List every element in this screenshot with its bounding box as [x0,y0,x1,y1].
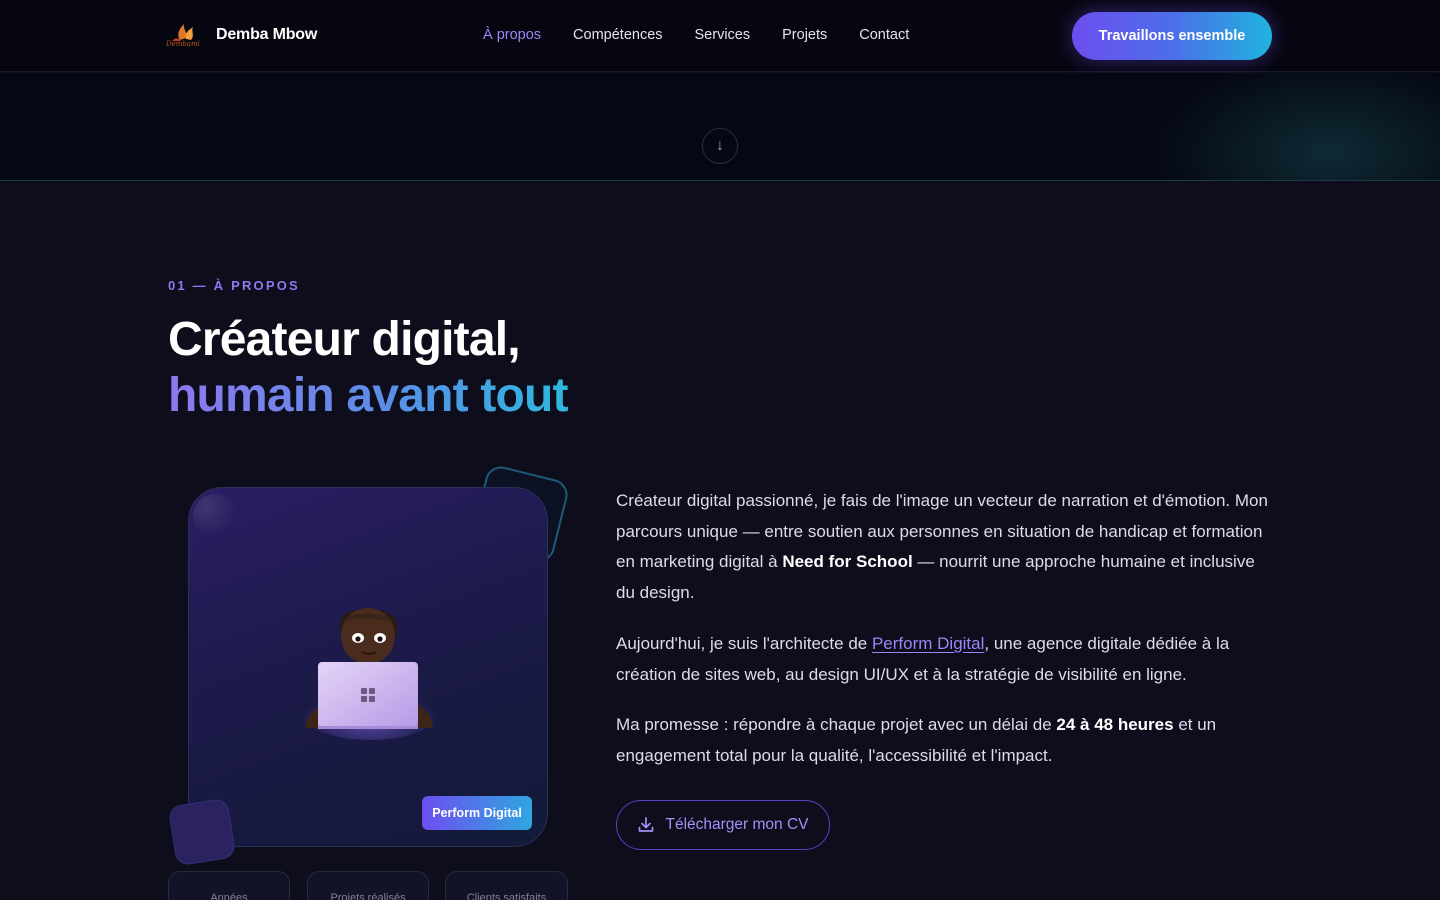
about-title-line1: Créateur digital, [168,313,521,366]
hero-section-bottom: ↓ [0,73,1440,181]
download-icon [639,817,654,832]
stat-card-years: Années [168,871,290,900]
avatar-with-laptop-illustration [300,608,440,740]
brand-logo-text: Dembami [166,40,200,48]
stat-label: Années [210,892,248,900]
download-cv-label: Télécharger mon CV [665,816,809,833]
scroll-down-button[interactable]: ↓ [702,128,738,164]
nav-link-competences[interactable]: Compétences [573,27,662,43]
arrow-down-icon: ↓ [716,137,724,154]
about-paragraph-2: Aujourd'hui, je suis l'architecte de Per… [616,634,1230,684]
cta-work-together-button[interactable]: Travaillons ensemble [1072,12,1272,60]
about-title-line2: humain avant tout [168,367,569,425]
perform-digital-link[interactable]: Perform Digital [872,634,984,653]
about-paragraph-1: Créateur digital passionné, je fais de l… [616,491,1268,602]
about-paragraph-3: Ma promesse : répondre à chaque projet a… [616,715,1217,765]
need-for-school-text: Need for School [782,552,913,572]
decorative-filled-square [167,797,237,867]
brand-name[interactable]: Demba Mbow [216,26,317,44]
nav-link-projets[interactable]: Projets [782,27,827,43]
nav-link-services[interactable]: Services [695,27,751,43]
stat-card-clients: Clients satisfaits [445,871,568,900]
delay-highlight: 24 à 48 heures [1056,715,1174,734]
section-eyebrow: 01 — À PROPOS [168,278,300,293]
perform-digital-badge[interactable]: Perform Digital [422,796,532,830]
navbar: Dembami Demba Mbow À propos Compétences … [0,0,1440,72]
download-cv-button[interactable]: Télécharger mon CV [616,800,830,850]
stat-card-projects: Projets réalisés [307,871,429,900]
nav-link-contact[interactable]: Contact [859,27,909,43]
main-nav: À propos Compétences Services Projets Co… [483,27,909,43]
stat-label: Projets réalisés [330,892,406,900]
card-glint [193,494,237,538]
nav-link-a-propos[interactable]: À propos [483,27,541,43]
stat-label: Clients satisfaits [466,892,547,900]
